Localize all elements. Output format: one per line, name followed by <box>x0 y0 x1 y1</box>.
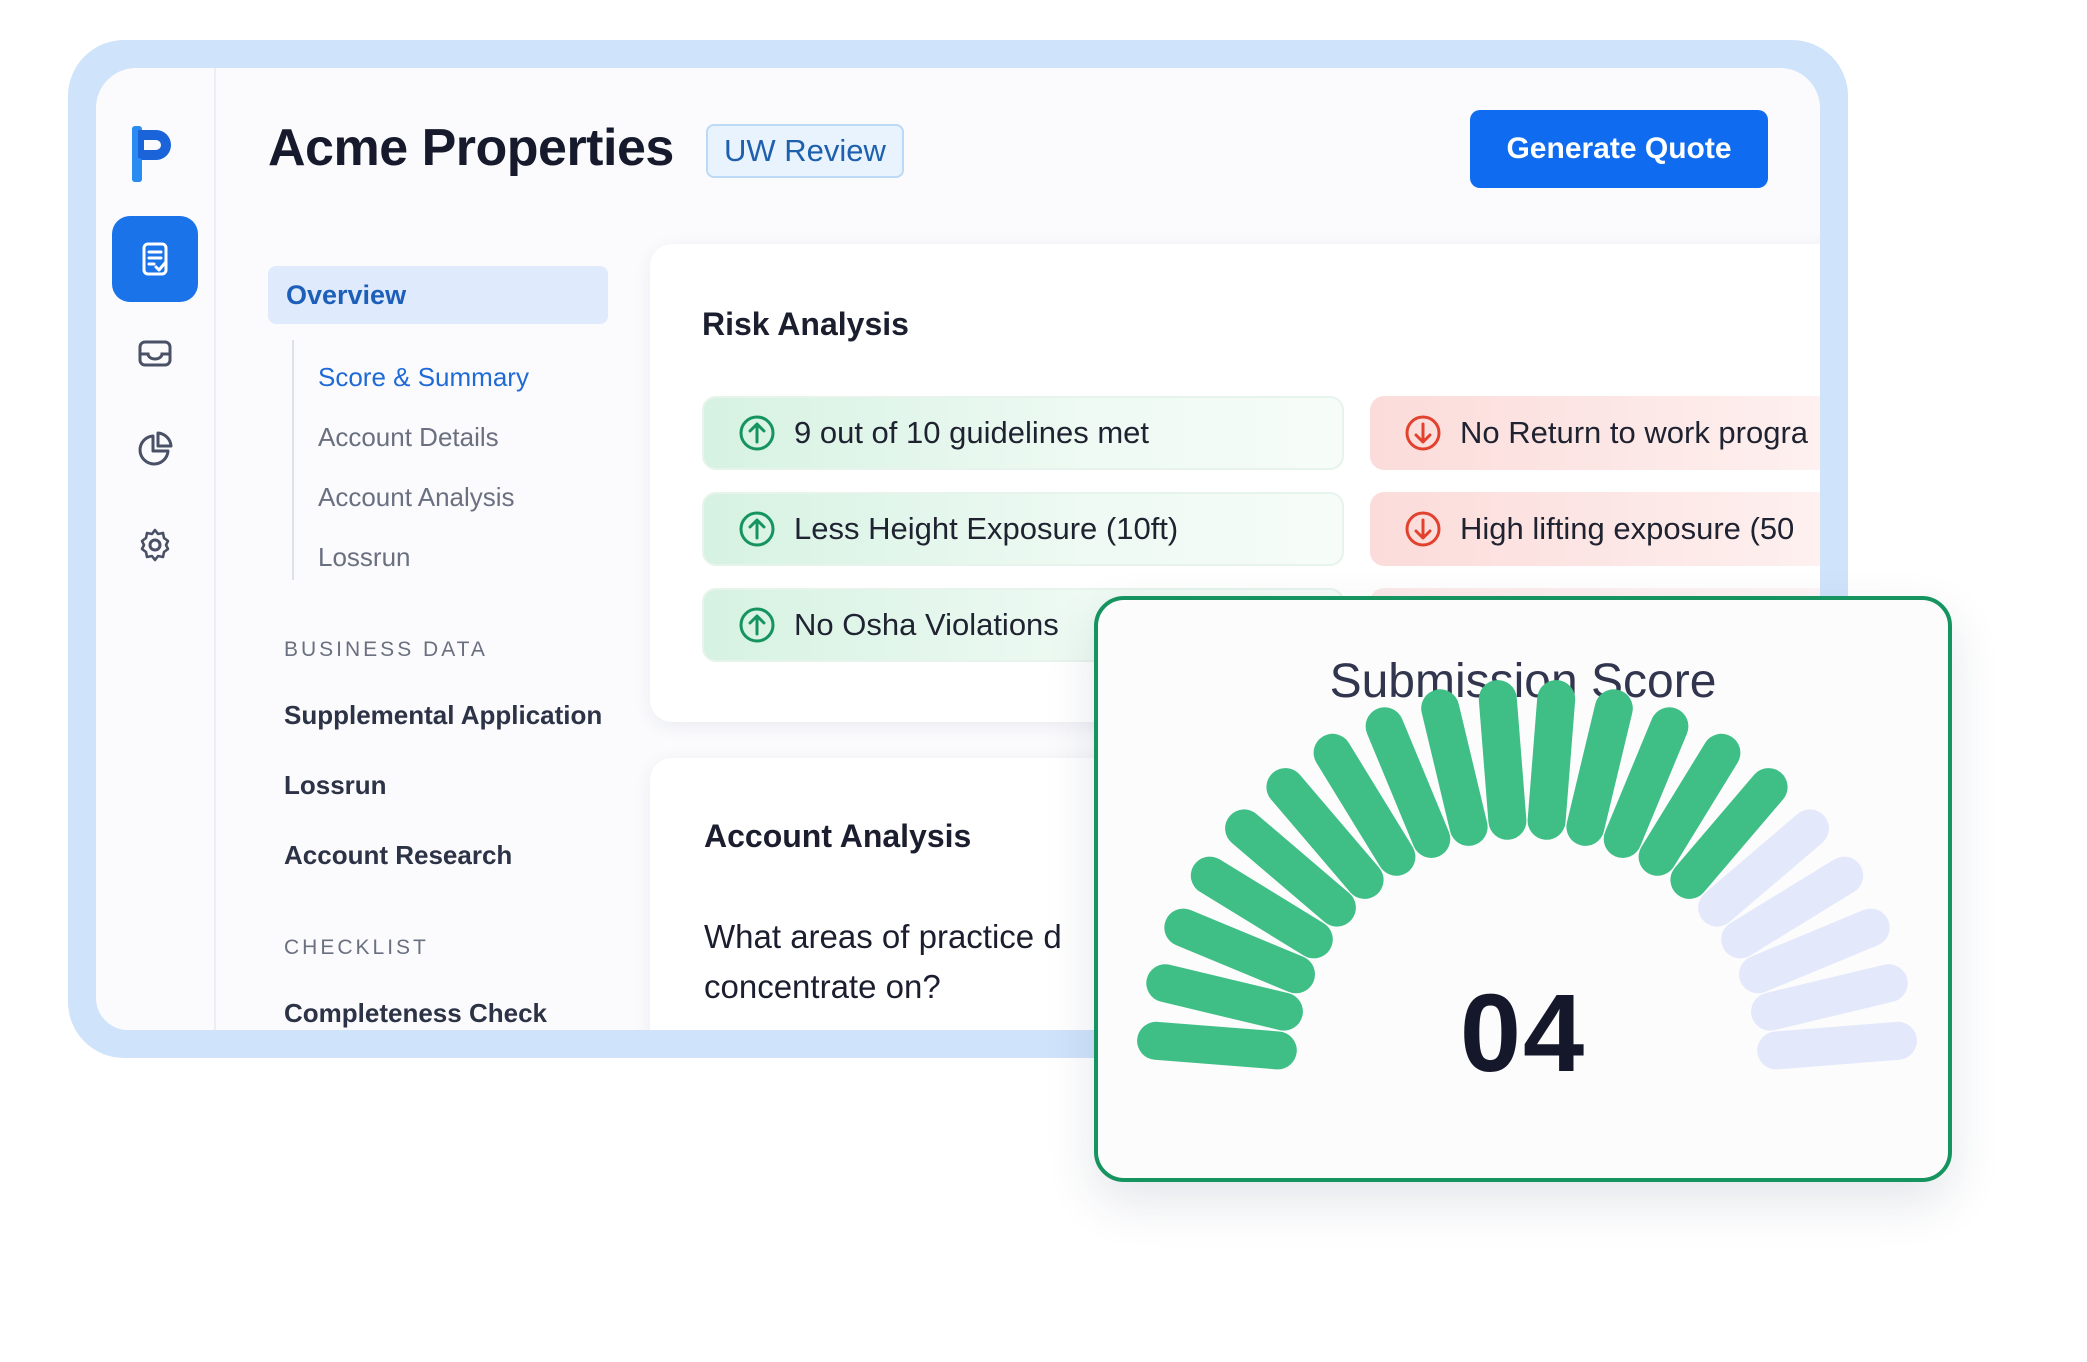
arrow-down-circle-icon <box>1405 511 1441 547</box>
risk-negative-item: No Return to work progra <box>1370 396 1820 470</box>
gauge-segment-filled <box>1421 689 1488 846</box>
risk-analysis-title: Risk Analysis <box>702 306 909 342</box>
risk-positive-text: 9 out of 10 guidelines met <box>794 415 1150 450</box>
gauge-segment-filled <box>1566 689 1633 846</box>
nav-completeness-check[interactable]: Completeness Check <box>284 998 547 1029</box>
arrow-up-circle-icon <box>739 415 775 451</box>
risk-positive-item: 9 out of 10 guidelines met <box>702 396 1344 470</box>
nav-supplemental-application[interactable]: Supplemental Application <box>284 700 602 731</box>
submission-score-value: 04 <box>1459 972 1587 1095</box>
gauge-segment-filled <box>1527 680 1576 840</box>
risk-positive-item: Less Height Exposure (10ft) <box>702 492 1344 566</box>
status-badge: UW Review <box>706 124 904 178</box>
risk-positive-text: Less Height Exposure (10ft) <box>794 511 1179 546</box>
risk-negative-text: High lifting exposure (50 <box>1460 511 1795 546</box>
subnav-lossrun[interactable]: Lossrun <box>318 542 411 573</box>
sidebar-rail <box>96 68 216 1030</box>
risk-positive-text: No Osha Violations <box>794 607 1059 642</box>
nav-account-research[interactable]: Account Research <box>284 840 512 871</box>
risk-negative-text: No Return to work progra <box>1460 415 1809 450</box>
brand-logo-icon <box>132 126 171 182</box>
gear-icon <box>140 528 170 562</box>
arrow-up-circle-icon <box>739 511 775 547</box>
subnav-score-summary[interactable]: Score & Summary <box>318 362 529 393</box>
rail-item-submissions[interactable] <box>112 216 198 302</box>
account-analysis-question-cont: concentrate on? <box>704 968 941 1005</box>
rail-item-inbox[interactable] <box>112 310 198 396</box>
inbox-icon <box>138 340 172 367</box>
section-label-business-data: BUSINESS DATA <box>284 638 488 661</box>
generate-quote-button[interactable]: Generate Quote <box>1470 110 1768 188</box>
rail-item-analytics[interactable] <box>112 406 198 492</box>
page-title: Acme Properties <box>268 119 674 177</box>
risk-negative-item: High lifting exposure (50 <box>1370 492 1820 566</box>
score-gauge <box>1137 680 1917 1070</box>
subnav-overview[interactable]: Overview <box>268 266 608 324</box>
subnav-account-analysis[interactable]: Account Analysis <box>318 482 515 513</box>
account-analysis-title: Account Analysis <box>704 818 972 854</box>
document-check-icon <box>142 242 168 276</box>
pie-chart-icon <box>138 431 173 466</box>
subnav-account-details[interactable]: Account Details <box>318 422 499 453</box>
gauge-segment-filled <box>1478 680 1527 840</box>
arrow-up-circle-icon <box>739 607 775 643</box>
subnav-divider <box>292 340 294 580</box>
account-analysis-question: What areas of practice d <box>704 918 1062 955</box>
section-label-checklist: CHECKLIST <box>284 936 429 959</box>
nav-lossrun[interactable]: Lossrun <box>284 770 387 801</box>
rail-item-settings[interactable] <box>112 502 198 588</box>
arrow-down-circle-icon <box>1405 415 1441 451</box>
submission-score-card: Submission Score 04 <box>1094 596 1952 1182</box>
